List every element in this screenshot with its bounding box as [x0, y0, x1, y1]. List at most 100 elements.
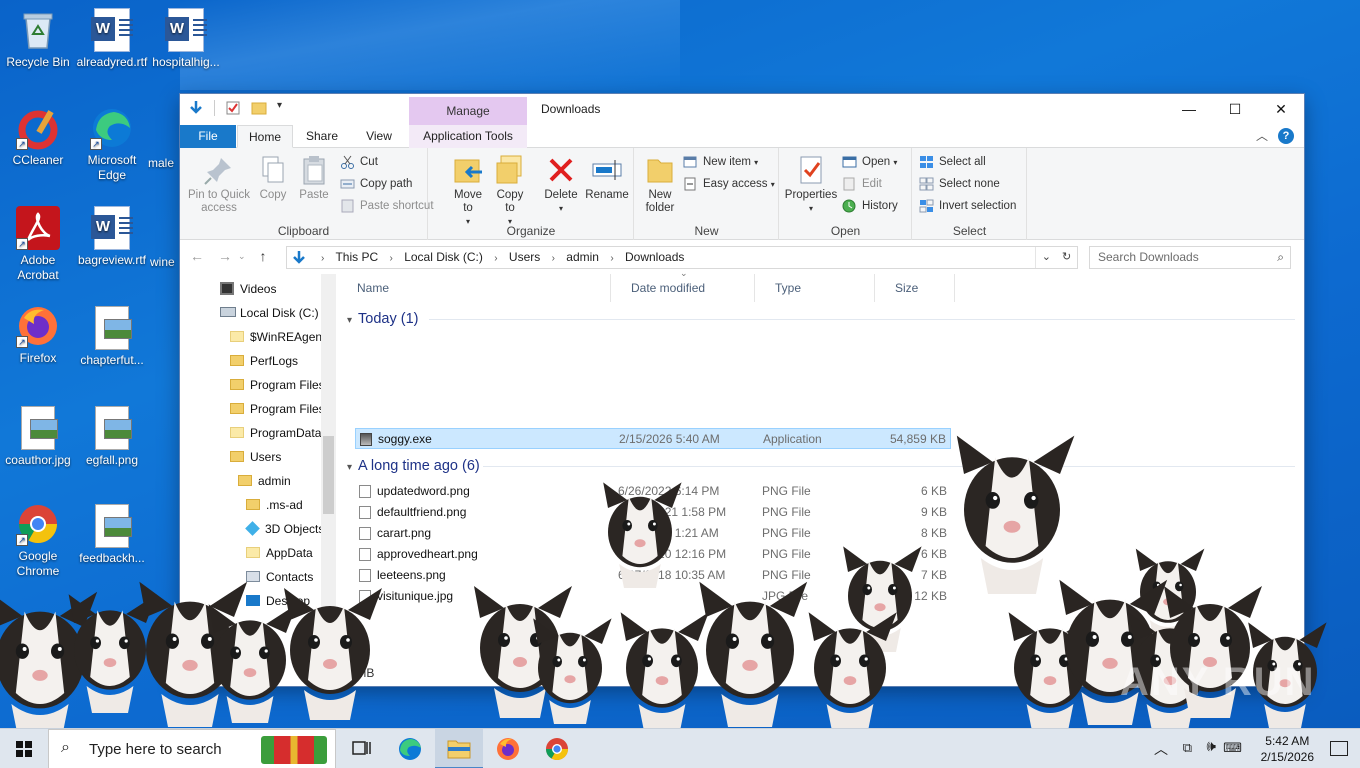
- refresh-icon[interactable]: ↻: [1062, 251, 1071, 263]
- taskbar-file-explorer-button[interactable]: [435, 729, 483, 768]
- rename-button[interactable]: Rename: [585, 154, 629, 202]
- desktop-icon-male[interactable]: male: [148, 156, 180, 171]
- breadcrumb-local-disk[interactable]: Local Disk (C:): [404, 250, 483, 264]
- breadcrumb-this-pc[interactable]: This PC: [335, 250, 378, 264]
- cut-button[interactable]: Cut: [340, 152, 378, 172]
- forward-arrow-icon[interactable]: →: [218, 248, 232, 264]
- show-hidden-icons-chevron-icon[interactable]: ︿: [1154, 739, 1168, 759]
- properties-button[interactable]: Properties ▾: [784, 154, 838, 215]
- history-button[interactable]: History: [842, 196, 898, 216]
- tab-home[interactable]: Home: [237, 125, 293, 148]
- copy-button[interactable]: Copy: [256, 154, 290, 202]
- nav-item-ms-ad[interactable]: .ms-ad: [246, 494, 303, 516]
- tab-file[interactable]: File: [180, 125, 236, 148]
- table-row[interactable]: soggy.exe 2/15/2026 5:40 AM Application …: [355, 428, 951, 449]
- delete-button[interactable]: Delete ▾: [541, 154, 581, 215]
- tab-share[interactable]: Share: [297, 125, 347, 148]
- column-header-size[interactable]: Size: [875, 274, 955, 302]
- nav-item-admin[interactable]: admin: [238, 470, 291, 492]
- nav-item-winreagent[interactable]: $WinREAgent: [230, 326, 325, 348]
- open-button[interactable]: Open ▾: [842, 152, 897, 172]
- breadcrumb-users[interactable]: Users: [509, 250, 540, 264]
- table-row[interactable]: defaultfriend.png 12/26/2021 1:58 PM PNG…: [355, 502, 951, 523]
- down-arrow-icon[interactable]: [188, 100, 204, 116]
- qat-customize-chevron-icon[interactable]: ▾: [277, 100, 293, 116]
- taskbar-edge-button[interactable]: [386, 729, 434, 768]
- taskbar-chrome-button[interactable]: [533, 729, 581, 768]
- desktop-icon-adobe-acrobat[interactable]: ↗ Adobe Acrobat: [0, 206, 76, 283]
- properties-check-icon[interactable]: [225, 100, 241, 116]
- nav-item-local-disk[interactable]: Local Disk (C:): [220, 302, 319, 324]
- tab-view[interactable]: View: [352, 125, 406, 148]
- group-header-long-ago[interactable]: ▾ A long time ago (6): [347, 456, 480, 476]
- minimize-button[interactable]: —: [1166, 94, 1212, 124]
- table-row[interactable]: carart.png 3/16/2021 1:21 AM PNG File 8 …: [355, 523, 951, 544]
- column-header-name[interactable]: Name: [337, 274, 611, 302]
- nav-item-3d-objects[interactable]: 3D Objects: [245, 518, 324, 540]
- desktop-icon-alreadyred-rtf[interactable]: alreadyred.rtf: [74, 8, 150, 70]
- nav-item-perflogs[interactable]: PerfLogs: [230, 350, 298, 372]
- desktop-icon-coauthor-jpg[interactable]: coauthor.jpg: [0, 406, 76, 468]
- nav-item-program-files-x86[interactable]: Program Files: [230, 398, 325, 420]
- search-input[interactable]: Search Downloads ⌕: [1089, 246, 1291, 269]
- paste-button[interactable]: Paste: [296, 154, 332, 202]
- nav-item-appdata[interactable]: AppData: [246, 542, 313, 564]
- new-folder-icon[interactable]: [251, 100, 267, 116]
- recent-locations-chevron-icon[interactable]: ⌄: [238, 251, 246, 264]
- navpane-scrollbar[interactable]: [321, 274, 336, 684]
- navpane-scroll-thumb[interactable]: [323, 436, 334, 514]
- maximize-button[interactable]: ☐: [1212, 94, 1258, 124]
- back-arrow-icon[interactable]: ←: [190, 248, 204, 264]
- table-row[interactable]: updatedword.png 6/26/2022 6:14 PM PNG Fi…: [355, 481, 951, 502]
- help-icon[interactable]: ?: [1278, 127, 1294, 144]
- address-history-chevron-icon[interactable]: ⌄: [1042, 251, 1051, 263]
- copy-to-button[interactable]: Copy to ▾: [493, 154, 527, 228]
- new-folder-button[interactable]: New folder: [641, 154, 679, 215]
- desktop-icon-bagreview-rtf[interactable]: bagreview.rtf: [74, 206, 150, 268]
- collapse-ribbon-chevron-icon[interactable]: ︿: [1256, 127, 1268, 144]
- close-button[interactable]: ✕: [1258, 94, 1304, 124]
- pin-to-quick-access-button[interactable]: Pin to Quick access: [186, 154, 252, 215]
- nav-item-desktop[interactable]: Desktop: [246, 590, 310, 612]
- taskbar-search-box[interactable]: ⌕ Type here to search: [48, 729, 336, 768]
- new-item-button[interactable]: New item ▾: [683, 152, 758, 172]
- start-button[interactable]: [0, 729, 48, 768]
- nav-item-programdata[interactable]: ProgramData: [230, 422, 321, 444]
- task-view-button[interactable]: [338, 729, 386, 768]
- volume-icon[interactable]: 🕪: [1207, 738, 1216, 755]
- input-method-icon[interactable]: ⌨: [1223, 740, 1242, 756]
- paste-shortcut-button[interactable]: Paste shortcut: [340, 196, 434, 216]
- copy-path-button[interactable]: Copy path: [340, 174, 412, 194]
- network-icon[interactable]: ⧉: [1183, 740, 1192, 756]
- table-row[interactable]: leeteens.png 6/27/2018 10:35 AM PNG File…: [355, 565, 951, 586]
- desktop-icon-hospitalhig[interactable]: hospitalhig...: [148, 8, 224, 70]
- desktop-icon-google-chrome[interactable]: ↗ Google Chrome: [0, 502, 76, 579]
- clock[interactable]: 5:42 AM 2/15/2026: [1261, 733, 1314, 765]
- up-arrow-icon[interactable]: ↑: [260, 248, 267, 264]
- desktop-icon-microsoft-edge[interactable]: ↗ Microsoft Edge: [74, 106, 150, 183]
- nav-item-contacts[interactable]: Contacts: [246, 566, 313, 588]
- desktop-icon-chapterfut[interactable]: chapterfut...: [74, 306, 150, 368]
- move-to-button[interactable]: Move to ▾: [451, 154, 485, 228]
- invert-selection-button[interactable]: Invert selection: [919, 196, 1016, 216]
- nav-item-videos[interactable]: Videos: [220, 278, 276, 300]
- tab-application-tools[interactable]: Application Tools: [409, 125, 527, 148]
- select-none-button[interactable]: Select none: [919, 174, 1000, 194]
- address-bar[interactable]: › This PC › Local Disk (C:) › Users › ad…: [286, 246, 1078, 269]
- desktop-icon-firefox[interactable]: ↗ Firefox: [0, 304, 76, 366]
- desktop-icon-egfall-png[interactable]: egfall.png: [74, 406, 150, 468]
- desktop-icon-ccleaner[interactable]: ↗ CCleaner: [0, 106, 76, 168]
- edit-button[interactable]: Edit: [842, 174, 882, 194]
- table-row[interactable]: visitunique.jpg JPG File 12 KB: [355, 586, 951, 607]
- nav-item-program-files[interactable]: Program Files: [230, 374, 325, 396]
- easy-access-button[interactable]: Easy access ▾: [683, 174, 775, 194]
- desktop-icon-feedbackh[interactable]: feedbackh...: [74, 504, 150, 566]
- breadcrumb-downloads[interactable]: Downloads: [625, 250, 684, 264]
- taskbar-firefox-button[interactable]: [484, 729, 532, 768]
- group-header-today[interactable]: ▾ Today (1): [347, 309, 418, 329]
- breadcrumb-admin[interactable]: admin: [566, 250, 599, 264]
- table-row[interactable]: approvedheart.png 3/27/2020 12:16 PM PNG…: [355, 544, 951, 565]
- notifications-icon[interactable]: [1330, 741, 1348, 756]
- column-header-type[interactable]: Type: [755, 274, 875, 302]
- desktop-icon-recycle-bin[interactable]: Recycle Bin: [0, 8, 76, 70]
